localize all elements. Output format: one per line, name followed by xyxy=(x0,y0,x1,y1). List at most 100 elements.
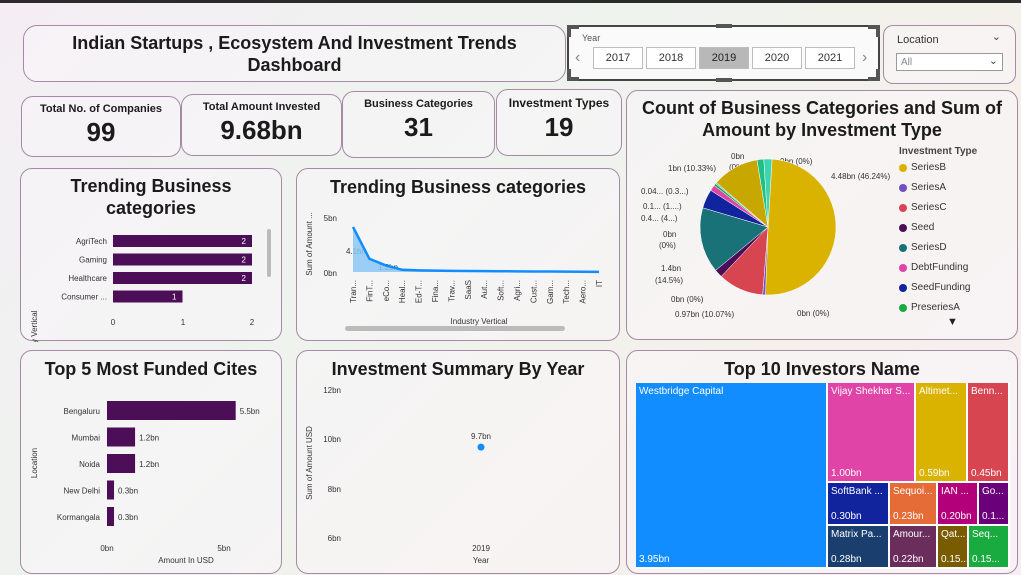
investor-tile[interactable]: Benn... 0.45bn xyxy=(968,383,1010,483)
pie-label-04: 0.4... (4...) xyxy=(641,214,678,223)
legend-more-icon[interactable]: ▼ xyxy=(947,316,958,328)
trending-area-xtick-15: IT xyxy=(595,280,604,287)
kpi-categories: Business Categories 31 xyxy=(342,91,495,158)
investor-tile[interactable]: IAN ... 0.20bn xyxy=(938,483,979,526)
investor-name: Matrix Pa... xyxy=(831,529,882,540)
location-collapse-icon[interactable]: ⌄ xyxy=(992,30,1001,43)
summary-card: Investment Summary By Year Sum of Amount… xyxy=(296,350,620,574)
dashboard-title-card: Indian Startups , Ecosystem And Investme… xyxy=(23,25,566,82)
year-button-2021[interactable]: 2021 xyxy=(805,47,855,69)
investor-tile[interactable]: Altimet... 0.59bn xyxy=(916,383,968,483)
pie-card: Count of Business Categories and Sum of … xyxy=(626,90,1018,340)
investor-value: 3.95bn xyxy=(639,554,670,565)
kpi-companies: Total No. of Companies 99 xyxy=(21,96,181,157)
investor-tile[interactable]: Seq... 0.15... xyxy=(969,526,1010,569)
trending-bar-scrollbar[interactable] xyxy=(267,229,271,277)
trending-bar-2 xyxy=(113,272,252,284)
investor-name: Westbridge Capital xyxy=(639,386,724,397)
trending-area-xtick-10: Agri... xyxy=(513,280,522,301)
kpi-companies-label: Total No. of Companies xyxy=(39,103,163,115)
trending-area-scrollbar[interactable] xyxy=(345,326,565,331)
cities-xtick-1: 5bn xyxy=(217,544,230,553)
investor-name: IAN ... xyxy=(941,486,969,497)
kpi-categories-label: Business Categories xyxy=(364,98,473,110)
pie-legend-item[interactable]: SeriesB xyxy=(899,162,946,173)
cities-xtick-0: 0bn xyxy=(100,544,113,553)
investor-name: Vijay Shekhar S... xyxy=(831,386,911,397)
pie-legend-item[interactable]: SeriesA xyxy=(899,182,946,193)
trending-bar-xtick-1: 1 xyxy=(181,318,186,327)
trending-area-xtick-8: Aut... xyxy=(480,280,489,299)
cities-card: Top 5 Most Funded Cites Location 0bn 5bn… xyxy=(20,350,282,574)
investor-tile[interactable]: SoftBank ... 0.30bn xyxy=(828,483,890,526)
pie-legend-label: DebtFunding xyxy=(911,262,969,273)
legend-dot-icon xyxy=(899,263,907,272)
investor-tile[interactable]: Matrix Pa... 0.28bn xyxy=(828,526,890,569)
trending-area-xtick-14: Aero... xyxy=(579,280,588,304)
kpi-types: Investment Types 19 xyxy=(496,89,622,156)
investor-value: 0.15... xyxy=(972,554,1000,565)
pie-legend-item[interactable]: SeedFunding xyxy=(899,282,971,293)
summary-scatter-chart: Sum of Amount USD 12bn 10bn 8bn 6bn 9.7b… xyxy=(305,386,491,565)
kpi-types-value: 19 xyxy=(544,112,574,142)
year-next-icon[interactable]: › xyxy=(862,49,867,67)
city-label-1: Mumbai xyxy=(72,434,101,443)
trending-bar-category-1: Gaming xyxy=(79,256,107,265)
kpi-amount-label: Total Amount Invested xyxy=(202,101,321,113)
investor-tile[interactable]: Westbridge Capital 3.95bn xyxy=(636,383,828,569)
trending-area-xtick-13: Tech... xyxy=(562,280,571,304)
pie-legend-item[interactable]: SeriesC xyxy=(899,202,947,213)
trending-bar-value-1: 2 xyxy=(242,256,247,265)
slicer-handle-br xyxy=(868,69,880,81)
year-button-2020[interactable]: 2020 xyxy=(752,47,802,69)
pie-label-01: 0.1... (1....) xyxy=(643,202,682,211)
kpi-companies-value: 99 xyxy=(86,117,116,147)
slicer-handle-tl xyxy=(567,25,579,37)
pie-legend-item[interactable]: DebtFunding xyxy=(899,262,968,273)
pie-label-14b: (14.5%) xyxy=(655,276,683,285)
investor-name: Altimet... xyxy=(919,386,958,397)
cities-xlabel: Amount In USD xyxy=(158,556,214,565)
kpi-amount-value: 9.68bn xyxy=(220,115,303,145)
chevron-down-icon: ⌄ xyxy=(988,55,998,67)
pie-slice-0 xyxy=(765,158,837,296)
investor-value: 0.22bn xyxy=(893,554,924,565)
year-button-2017[interactable]: 2017 xyxy=(593,47,643,69)
trending-area-xtick-11: Cust... xyxy=(529,280,538,303)
year-button-2019[interactable]: 2019 xyxy=(699,47,749,69)
trending-bar-category-3: Consumer ... xyxy=(61,293,107,302)
investors-title: Top 10 Investors Name xyxy=(724,359,920,379)
investor-value: 0.20bn xyxy=(941,511,972,522)
city-label-2: Noida xyxy=(79,460,100,469)
investor-name: Benn... xyxy=(971,386,1003,397)
investor-tile[interactable]: Go... 0.1... xyxy=(979,483,1010,526)
legend-dot-icon xyxy=(899,183,907,192)
investors-card: Top 10 Investors Name Westbridge Capital… xyxy=(626,350,1018,574)
investor-tile[interactable]: Vijay Shekhar S... 1.00bn xyxy=(828,383,916,483)
year-button-2018[interactable]: 2018 xyxy=(646,47,696,69)
investor-tile[interactable]: Qat... 0.15... xyxy=(938,526,969,569)
investor-name: Seq... xyxy=(972,529,999,540)
pie-legend-item[interactable]: SeriesD xyxy=(899,242,947,253)
city-label-3: New Delhi xyxy=(64,487,101,496)
trending-area-xtick-12: Gam... xyxy=(546,280,555,304)
summary-ytick-6: 6bn xyxy=(328,534,341,543)
investor-value: 0.1... xyxy=(982,511,1005,522)
legend-dot-icon xyxy=(899,203,907,212)
pie-legend-item[interactable]: PreseriesA xyxy=(899,302,960,313)
kpi-categories-value: 31 xyxy=(404,112,433,142)
pie-legend-item[interactable]: Seed xyxy=(899,222,934,233)
pie-label-14a: 1.4bn xyxy=(661,264,681,273)
investor-tile[interactable]: Sequoi... 0.23bn xyxy=(890,483,938,526)
location-slicer[interactable]: Location ⌄ All ⌄ xyxy=(883,25,1016,84)
trending-area-xtick-1: FinT... xyxy=(365,280,374,302)
trending-bar-category-0: AgriTech xyxy=(76,237,107,246)
year-prev-icon[interactable]: ‹ xyxy=(575,49,580,67)
city-bar-2 xyxy=(107,454,136,473)
investor-tile[interactable]: Amour... 0.22bn xyxy=(890,526,938,569)
investor-name: Qat... xyxy=(941,529,966,540)
location-dropdown[interactable]: All ⌄ xyxy=(896,53,1003,71)
window-top-bar xyxy=(0,0,1021,3)
legend-dot-icon xyxy=(899,163,907,172)
investor-value: 0.30bn xyxy=(831,511,862,522)
